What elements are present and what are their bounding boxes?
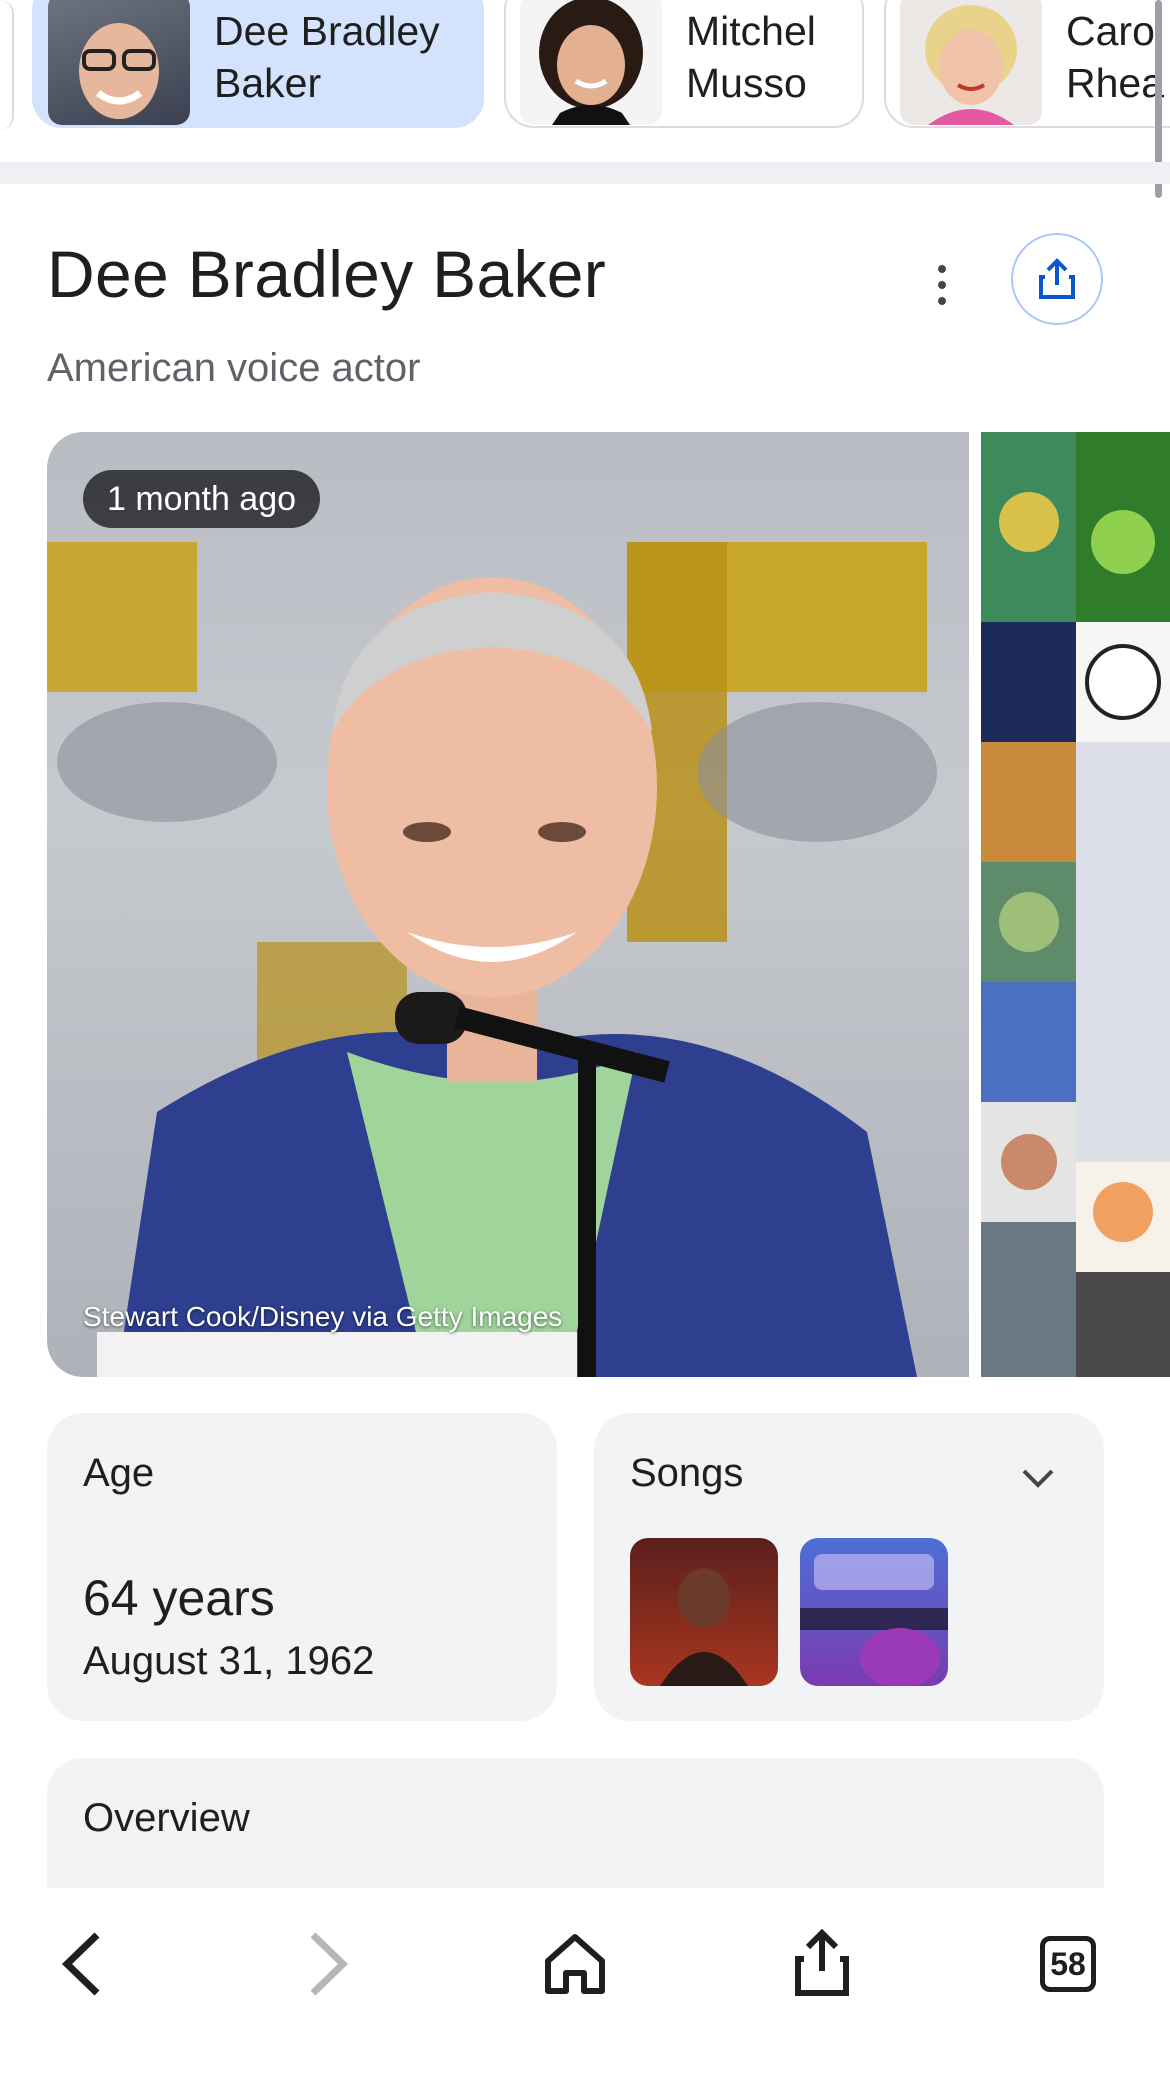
caroline-rhea-avatar <box>900 0 1042 125</box>
home-button[interactable] <box>525 1914 625 2014</box>
chip-name: Mitchel Musso <box>686 8 816 106</box>
more-options-button[interactable] <box>918 256 966 314</box>
hero-photo[interactable]: 1 month ago Stewart Cook/Disney via Gett… <box>47 432 969 1377</box>
chip-name: Caro Rhea <box>1066 8 1165 106</box>
forward-arrow-icon <box>310 1932 349 1996</box>
section-divider <box>0 162 1170 184</box>
chip-partial-left[interactable] <box>0 0 14 130</box>
birth-date: August 31, 1962 <box>83 1639 375 1683</box>
age-value: 64 years <box>83 1570 275 1626</box>
song-thumbnail-2[interactable] <box>800 1538 948 1686</box>
chip-name: Dee Bradley Baker <box>214 8 440 106</box>
age-card[interactable]: Age 64 years August 31, 1962 <box>47 1413 557 1721</box>
songs-card[interactable]: Songs <box>594 1413 1104 1721</box>
tabs-button[interactable]: 58 <box>1018 1914 1118 2014</box>
tab-count: 58 <box>1040 1936 1096 1992</box>
home-icon <box>545 1934 605 1994</box>
chevron-down-icon[interactable] <box>1018 1463 1058 1493</box>
chip-mitchel-musso[interactable]: Mitchel Musso <box>504 0 864 128</box>
songs-label: Songs <box>630 1451 744 1495</box>
mitchel-musso-avatar <box>520 0 662 125</box>
dee-bradley-baker-avatar <box>48 0 190 125</box>
back-button[interactable] <box>32 1914 132 2014</box>
chip-caroline-rhea[interactable]: Caro Rhea <box>884 0 1170 128</box>
entity-title: Dee Bradley Baker <box>47 237 607 311</box>
photo-credit: Stewart Cook/Disney via Getty Images <box>83 1301 563 1332</box>
time-badge: 1 month ago <box>83 470 321 528</box>
back-arrow-icon <box>61 1932 100 1996</box>
secondary-photo[interactable] <box>981 432 1170 1377</box>
share-button[interactable] <box>1011 233 1103 325</box>
chip-dee-bradley-baker[interactable]: Dee Bradley Baker <box>32 0 484 128</box>
more-vert-icon <box>938 265 946 273</box>
share-icon <box>795 1929 849 1996</box>
related-people-carousel: Dee Bradley Baker Mitchel Musso Caro Rhe… <box>0 0 1170 134</box>
browser-share-button[interactable] <box>772 1914 872 2014</box>
forward-button[interactable] <box>278 1914 378 2014</box>
overview-label: Overview <box>83 1796 250 1840</box>
character-collage <box>981 432 1170 1377</box>
share-icon <box>1039 258 1075 299</box>
browser-toolbar: 58 <box>0 1888 1170 2080</box>
age-label: Age <box>83 1451 155 1495</box>
comic-con-backdrop <box>47 542 937 1377</box>
entity-description: American voice actor <box>47 346 421 390</box>
song-thumbnail-1[interactable] <box>630 1538 778 1686</box>
